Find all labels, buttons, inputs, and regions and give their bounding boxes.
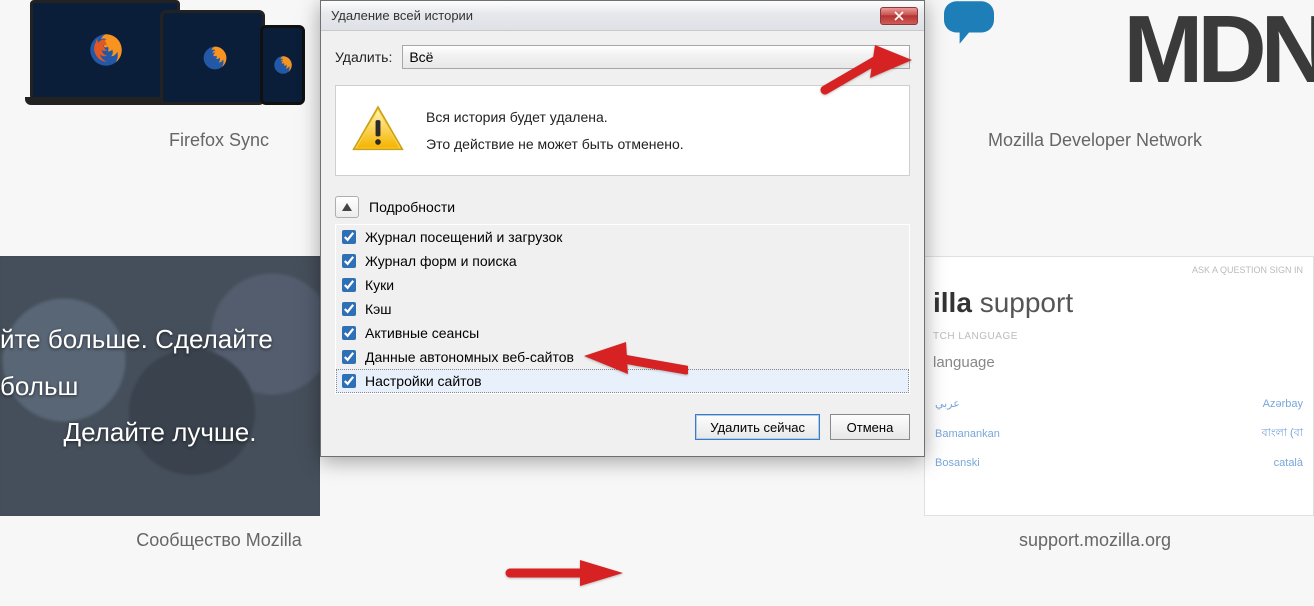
check-row-cache[interactable]: Кэш [336,297,909,321]
check-row-siteprefs[interactable]: Настройки сайтов [336,369,909,393]
check-cookies[interactable] [342,278,356,292]
hero-line2: Делайте лучше. [64,409,257,456]
support-subheading: TCH LANGUAGE [925,325,1313,344]
close-button[interactable] [880,7,918,25]
check-forms[interactable] [342,254,356,268]
support-tile[interactable]: ASK A QUESTION SIGN IN illa support TCH … [924,256,1314,516]
tile-label-mdn[interactable]: Mozilla Developer Network [876,130,1314,170]
warning-line1: Вся история будет удалена. [426,104,684,131]
bottom-labels-row: Сообщество Mozilla support.mozilla.org [0,530,1314,570]
check-row-cookies[interactable]: Куки [336,273,909,297]
check-row-forms[interactable]: Журнал форм и поиска [336,249,909,273]
delete-now-button[interactable]: Удалить сейчас [695,414,820,440]
dialog-title: Удаление всей истории [331,8,473,23]
hero-banner: йте больше. Сделайте больш Делайте лучше… [0,256,320,516]
check-sessions[interactable] [342,326,356,340]
delete-range-combobox[interactable]: Всё [402,45,910,69]
support-topbar: ASK A QUESTION SIGN IN [925,265,1313,281]
details-label: Подробности [369,199,455,215]
delete-range-value: Всё [409,49,433,65]
check-offline[interactable] [342,350,356,364]
firefox-icon [273,55,293,75]
clear-history-dialog: Удаление всей истории Удалить: Всё [320,0,925,457]
support-title: illa support [925,281,1313,325]
tile-label-support[interactable]: support.mozilla.org [876,530,1314,570]
check-row-sessions[interactable]: Активные сеансы [336,321,909,345]
warning-line2: Это действие не может быть отменено. [426,131,684,158]
check-siteprefs[interactable] [342,374,356,388]
check-row-browsing[interactable]: Журнал посещений и загрузок [336,225,909,249]
warning-panel: Вся история будет удалена. Это действие … [335,85,910,176]
support-language-label: language [925,344,1313,389]
dialog-button-row: Удалить сейчас Отмена [321,394,924,456]
details-toggle-button[interactable] [335,196,359,218]
check-cache[interactable] [342,302,356,316]
bottom-label-middle [438,530,876,570]
mdn-logo-icon [934,0,1004,45]
cancel-button[interactable]: Отмена [830,414,910,440]
mdn-logo-text: MDN [1123,0,1314,105]
details-checklist: Журнал посещений и загрузок Журнал форм … [335,224,910,394]
firefox-icon [88,32,124,68]
chevron-down-icon [895,49,903,65]
firefox-icon [202,45,228,71]
support-language-table: عربيAzərbay Bamanankanবাংলা (বা Bosanski… [925,389,1313,477]
tile-label-community[interactable]: Сообщество Mozilla [0,530,438,570]
hero-line1: йте больше. Сделайте больш [0,316,320,410]
warning-icon [352,105,404,156]
devices-thumbnail [30,0,300,110]
delete-range-label: Удалить: [335,49,392,65]
check-browsing[interactable] [342,230,356,244]
check-row-offline[interactable]: Данные автономных веб-сайтов [336,345,909,369]
dialog-titlebar[interactable]: Удаление всей истории [321,1,924,31]
